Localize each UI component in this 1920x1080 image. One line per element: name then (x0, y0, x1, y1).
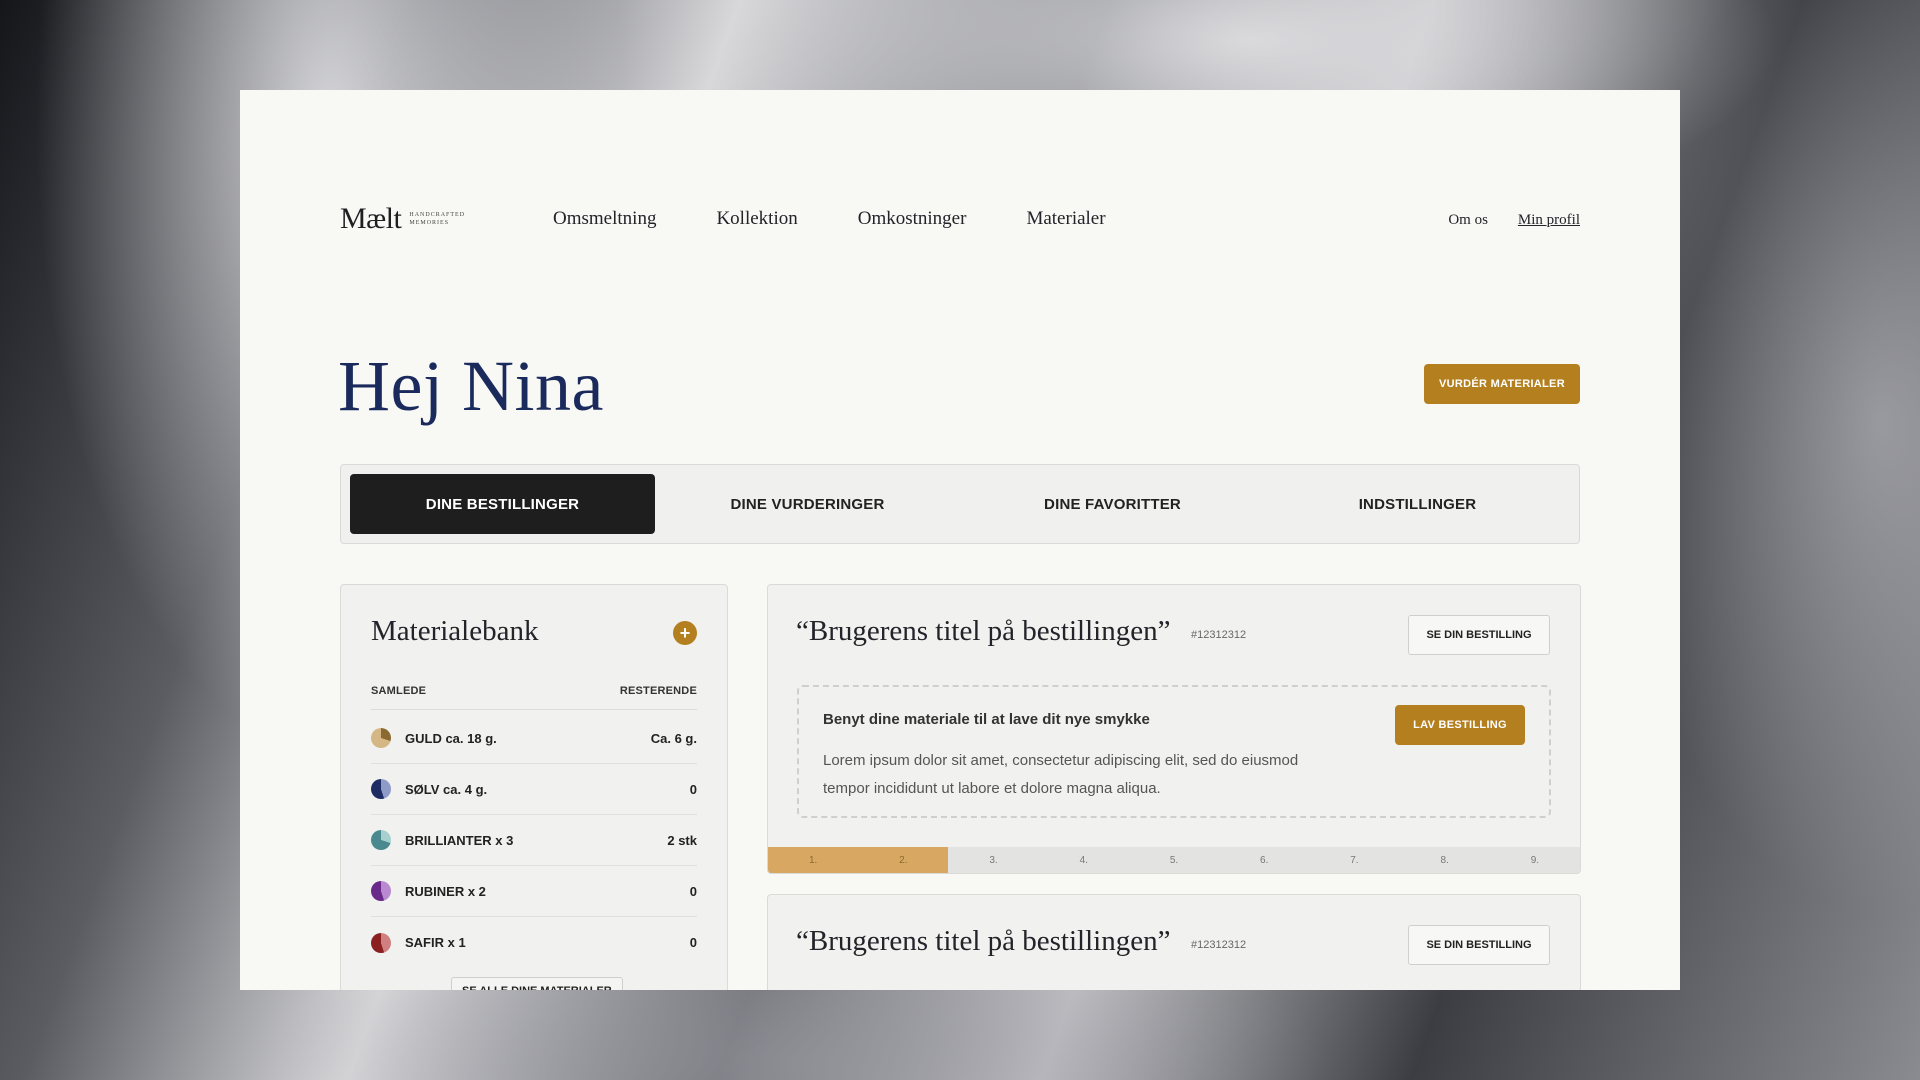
logo-word: Mælt (340, 202, 402, 235)
nav-item-kollektion[interactable]: Kollektion (716, 208, 797, 230)
nav-item-omkostninger[interactable]: Omkostninger (858, 208, 967, 230)
prompt-text: Lorem ipsum dolor sit amet, consectetur … (823, 752, 1299, 797)
progress-step: 8. (1440, 854, 1449, 866)
order-progress: 1. 2. 3. 4. 5. 6. 7. 8. 9. (768, 847, 1580, 873)
progress-step: 1. (768, 847, 859, 873)
view-order-button[interactable]: SE DIN BESTILLING (1408, 925, 1550, 965)
page-frame: Mælt HANDCRAFTED MEMORIES Omsmeltning Ko… (240, 90, 1680, 990)
prompt-title: Benyt dine materiale til at lave dit nye… (823, 711, 1150, 728)
material-list: GULD ca. 18 g. Ca. 6 g. SØLV ca. 4 g. 0 … (371, 713, 697, 968)
order-id: #12312312 (1191, 939, 1247, 951)
material-name: BRILLIANTER x 3 (405, 832, 514, 848)
sapphire-material-icon (371, 932, 391, 953)
logo-tagline: HANDCRAFTED MEMORIES (409, 212, 466, 226)
create-order-button[interactable]: LAV BESTILLING (1395, 705, 1525, 745)
silver-material-icon (371, 779, 391, 799)
order-card: “Brugerens titel på bestillingen” #12312… (767, 584, 1581, 874)
material-bank-title: Materialebank (371, 615, 539, 647)
main-nav: Omsmeltning Kollektion Omkostninger Mate… (553, 208, 1106, 230)
progress-step: 3. (989, 854, 998, 866)
secondary-nav: Om os Min profil (1448, 212, 1580, 229)
progress-step: 7. (1350, 854, 1359, 866)
see-all-materials-button[interactable]: SE ALLE DINE MATERIALER (451, 977, 623, 990)
nav-item-materialer[interactable]: Materialer (1026, 208, 1105, 230)
assess-materials-button[interactable]: VURDÉR MATERIALER (1424, 364, 1580, 404)
view-order-button[interactable]: SE DIN BESTILLING (1408, 615, 1550, 655)
material-name: SØLV ca. 4 g. (405, 781, 488, 797)
material-remaining: 0 (689, 883, 697, 899)
tab-orders[interactable]: DINE BESTILLINGER (350, 474, 655, 534)
material-remaining: 2 stk (667, 832, 697, 848)
material-remaining: 0 (689, 781, 697, 797)
create-order-prompt: Benyt dine materiale til at lave dit nye… (797, 685, 1551, 818)
column-header-total: SAMLEDE (371, 685, 427, 697)
tab-favorites[interactable]: DINE FAVORITTER (960, 474, 1265, 534)
nav-item-omsmeltning[interactable]: Omsmeltning (553, 208, 656, 230)
material-remaining: 0 (689, 935, 697, 950)
progress-step: 5. (1169, 854, 1179, 866)
nav-profile-link[interactable]: Min profil (1518, 212, 1580, 229)
progress-step: 9. (1530, 854, 1540, 866)
progress-step: 2. (858, 847, 949, 873)
order-id: #12312312 (1191, 629, 1247, 641)
add-material-icon[interactable]: + (673, 621, 697, 645)
material-row: SØLV ca. 4 g. 0 (371, 764, 697, 815)
material-name: SAFIR x 1 (405, 935, 466, 950)
material-row: GULD ca. 18 g. Ca. 6 g. (371, 713, 697, 764)
column-header-remaining: RESTERENDE (619, 685, 697, 697)
material-row: SAFIR x 1 0 (371, 917, 697, 968)
material-name: RUBINER x 2 (405, 883, 486, 899)
gold-material-icon (371, 728, 391, 748)
tab-settings[interactable]: INDSTILLINGER (1265, 474, 1570, 534)
tab-bar: DINE BESTILLINGER DINE VURDERINGER DINE … (340, 464, 1580, 544)
logo[interactable]: Mælt HANDCRAFTED MEMORIES (340, 202, 479, 236)
progress-step: 4. (1079, 854, 1088, 866)
material-row: RUBINER x 2 0 (371, 866, 697, 917)
material-name: GULD ca. 18 g. (405, 730, 497, 746)
nav-about-link[interactable]: Om os (1448, 212, 1488, 229)
material-bank-header: SAMLEDE RESTERENDE (371, 685, 697, 710)
material-row: BRILLIANTER x 3 2 stk (371, 815, 697, 866)
tab-assessments[interactable]: DINE VURDERINGER (655, 474, 960, 534)
progress-step: 6. (1260, 854, 1269, 866)
order-card: “Brugerens titel på bestillingen” #12312… (767, 894, 1581, 990)
order-title: “Brugerens titel på bestillingen” (796, 615, 1171, 647)
order-title: “Brugerens titel på bestillingen” (796, 925, 1171, 957)
material-bank-card: Materialebank + SAMLEDE RESTERENDE GULD … (340, 584, 728, 990)
ruby-material-icon (371, 881, 391, 901)
page-title: Hej Nina (338, 346, 604, 426)
diamond-material-icon (371, 830, 391, 850)
material-remaining: Ca. 6 g. (650, 730, 697, 746)
